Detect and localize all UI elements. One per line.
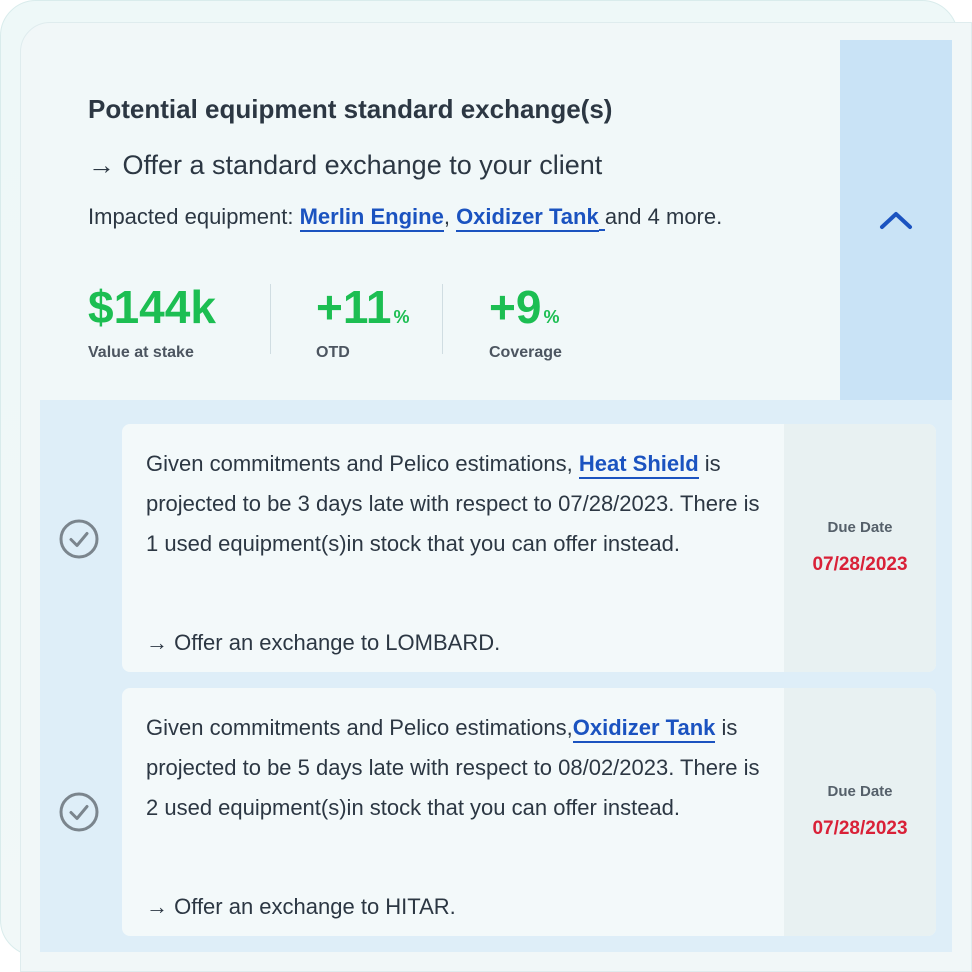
item-text-before: Given commitments and Pelico estimations… [146, 715, 573, 740]
panel-header: Potential equipment standard exchange(s)… [40, 40, 840, 400]
impacted-separator: , [443, 204, 457, 229]
metric-value-at-stake: $144k Value at stake [88, 282, 218, 362]
metric-unit: % [543, 307, 560, 327]
metric-number: $144k [88, 281, 216, 333]
due-date-label: Due Date [827, 783, 893, 800]
item-description: Given commitments and Pelico estimations… [146, 444, 766, 564]
link-merlin-engine[interactable]: Merlin Engine [299, 204, 444, 232]
metric-label: Coverage [489, 344, 562, 361]
due-date-value: 07/28/2023 [812, 554, 908, 575]
metric-otd: +11% OTD [316, 282, 410, 362]
collapse-button[interactable] [840, 40, 952, 400]
panel-subtitle: → Offer a standard exchange to your clie… [88, 150, 603, 180]
item-text-before: Given commitments and Pelico estimations… [146, 451, 579, 476]
metric-label: Value at stake [88, 344, 194, 361]
chevron-up-icon [880, 211, 912, 229]
panel-title: Potential equipment standard exchange(s) [88, 94, 613, 124]
item-action[interactable]: → Offer an exchange to LOMBARD. [146, 630, 500, 656]
exchange-panel: Potential equipment standard exchange(s)… [40, 40, 952, 952]
item-action[interactable]: → Offer an exchange to HITAR. [146, 894, 456, 920]
metric-coverage: +9% Coverage [489, 282, 562, 362]
due-date-column: Due Date 07/28/2023 [784, 688, 936, 936]
due-date-value: 07/28/2023 [812, 818, 908, 839]
metric-value: $144k [88, 282, 218, 342]
metric-divider [442, 284, 443, 354]
metric-label: OTD [316, 344, 350, 361]
impacted-suffix: and 4 more. [604, 204, 723, 229]
metric-value: +11% [316, 282, 410, 342]
metric-number: +9 [489, 281, 542, 333]
item-equipment-link[interactable]: Heat Shield [578, 451, 699, 479]
item-description: Given commitments and Pelico estimations… [146, 708, 766, 828]
impacted-prefix: Impacted equipment: [88, 204, 300, 229]
list-item: Given commitments and Pelico estimations… [122, 424, 936, 672]
metric-unit: % [393, 307, 410, 327]
metric-number: +11 [316, 281, 392, 333]
metric-divider [270, 284, 271, 354]
metric-value: +9% [489, 282, 562, 342]
check-circle-icon[interactable] [58, 791, 100, 833]
link-oxidizer-tank[interactable]: Oxidizer Tank [456, 204, 599, 232]
item-equipment-link[interactable]: Oxidizer Tank [572, 715, 716, 743]
due-date-column: Due Date 07/28/2023 [784, 424, 936, 672]
check-circle-icon[interactable] [58, 518, 100, 560]
list-item: Given commitments and Pelico estimations… [122, 688, 936, 936]
due-date-label: Due Date [827, 519, 893, 536]
impacted-equipment: Impacted equipment: Merlin Engine, Oxidi… [88, 204, 723, 232]
